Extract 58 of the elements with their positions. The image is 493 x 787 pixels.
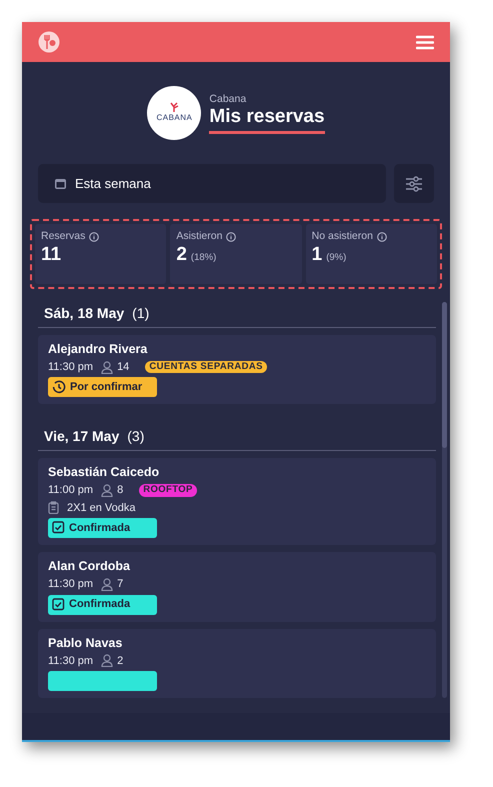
person-icon: [101, 578, 114, 591]
person-icon: [101, 484, 114, 498]
info-icon[interactable]: [89, 232, 100, 242]
scrollbar-track[interactable]: [442, 302, 447, 698]
status-button[interactable]: [48, 671, 157, 692]
coral-icon: [168, 102, 180, 112]
reservation-time: 11:00 pm: [48, 483, 94, 498]
logo-text: CABANA: [156, 112, 192, 124]
guest-count: 14: [117, 360, 130, 374]
guest-count: 8: [117, 483, 124, 498]
scrollbar-thumb[interactable]: [442, 302, 447, 448]
stat-label: No asistieron: [312, 229, 373, 244]
guest-name: Alan Cordoba: [48, 558, 131, 574]
day-count: (3): [127, 428, 144, 446]
venue-name: Cabana: [209, 92, 246, 107]
info-icon[interactable]: [376, 232, 387, 242]
stat-percent: (9%): [326, 250, 346, 265]
reservation-tag: ROOFTOP: [139, 484, 197, 497]
stat-label: Reservas: [41, 229, 86, 244]
reservation-note: 2X1 en Vodka: [67, 500, 136, 515]
stat-value: 1: [312, 244, 322, 266]
filter-button[interactable]: [394, 164, 434, 203]
reservation-card[interactable]: Alejandro Rivera 11:30 pm 14 CUENTAS SEPARADAS Por confirmar: [38, 334, 436, 404]
sliders-icon: [405, 174, 423, 192]
reservation-card[interactable]: Sebastián Caicedo 11:00 pm 8 ROOFTOP 2X1 en Vodka Confirmada: [38, 458, 436, 545]
clipboard-icon: [48, 501, 59, 514]
guest-name: Sebastián Caicedo: [48, 464, 160, 480]
date-filter-field[interactable]: Esta semana: [38, 164, 386, 203]
status-button[interactable]: Por confirmar: [48, 377, 157, 398]
check-square-icon: [52, 598, 65, 612]
info-icon[interactable]: [226, 232, 236, 242]
guest-count: 2: [117, 654, 124, 668]
menu-icon[interactable]: [416, 34, 434, 50]
person-icon: [101, 654, 114, 668]
day-count: (1): [132, 305, 150, 322]
stat-percent: (18%): [190, 250, 216, 265]
reservation-time: 11:30 pm: [48, 360, 94, 374]
reservation-card[interactable]: Alan Cordoba 11:30 pm 7 Confirmada: [38, 552, 436, 622]
stat-value: 2: [176, 244, 187, 266]
status-button[interactable]: Confirmada: [48, 594, 157, 615]
clock-icon: [52, 380, 66, 394]
guest-name: Alejandro Rivera: [48, 340, 148, 358]
day-date: Sáb, 18 May: [44, 305, 124, 322]
status-button[interactable]: Confirmada: [48, 518, 157, 538]
reservation-time: 11:30 pm: [48, 577, 94, 592]
page-title: Mis reservas: [209, 107, 325, 134]
person-icon: [101, 360, 114, 374]
calendar-icon: [54, 177, 67, 190]
reservation-tag: CUENTAS SEPARADAS: [145, 361, 267, 374]
check-square-icon: [52, 521, 65, 534]
stat-label: Asistieron: [176, 229, 222, 244]
reservation-card[interactable]: Pablo Navas 11:30 pm 2: [38, 628, 436, 698]
reservation-time: 11:30 pm: [48, 654, 94, 668]
guest-name: Pablo Navas: [48, 634, 124, 651]
day-date: Vie, 17 May: [44, 428, 120, 446]
stat-value: 11: [41, 244, 62, 266]
guest-count: 7: [117, 577, 124, 592]
restaurant-logo-icon[interactable]: [38, 31, 60, 53]
